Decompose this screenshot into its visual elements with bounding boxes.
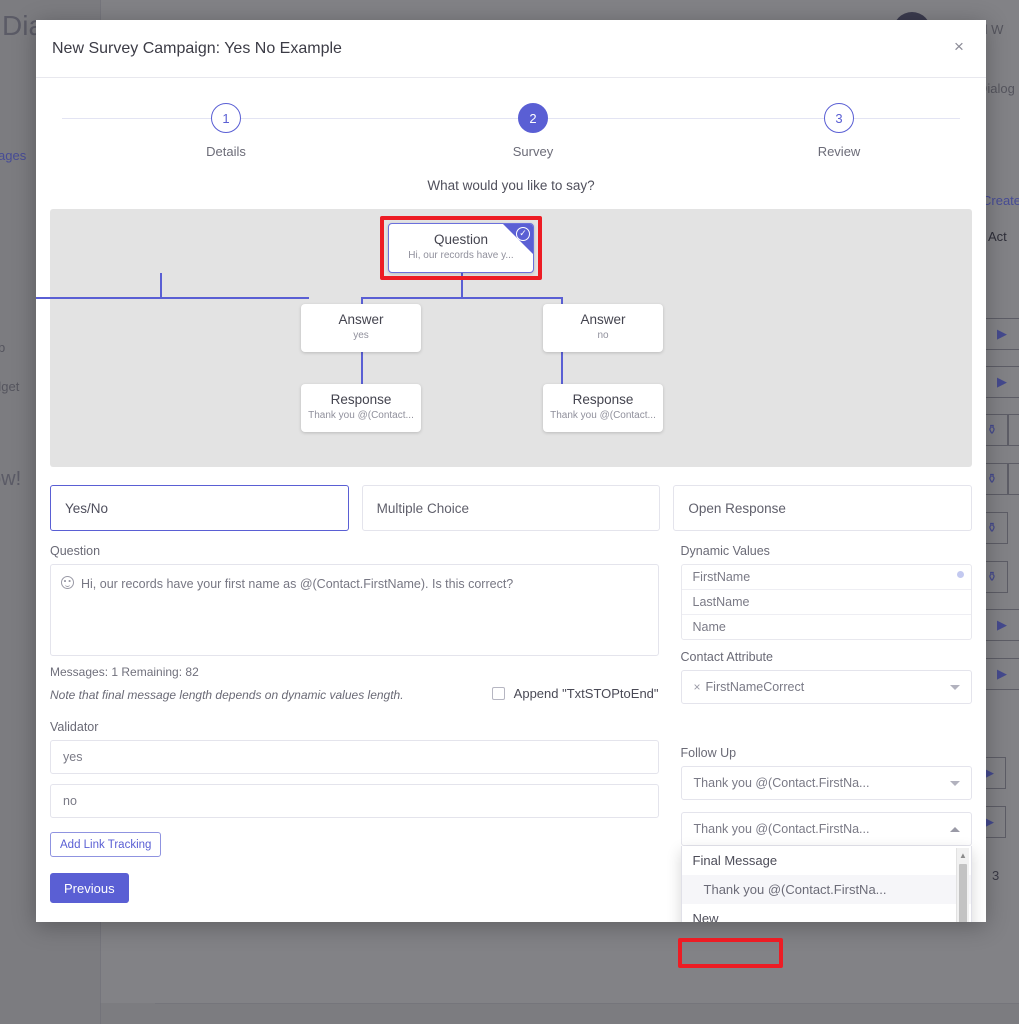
scroll-up-icon[interactable]: ▲: [957, 848, 969, 862]
backdrop-send-icon-0: ▶: [984, 318, 1019, 350]
step-label-details: Details: [206, 144, 246, 159]
messages-count: Messages: 1 Remaining: 82: [50, 665, 199, 679]
message-length-note: Note that final message length depends o…: [50, 688, 404, 702]
follow-up-value-1: Thank you @(Contact.FirstNa...: [693, 776, 870, 790]
modal-header: New Survey Campaign: Yes No Example ×: [36, 20, 986, 78]
backdrop-bottom-line: [155, 1003, 1019, 1004]
flow-node-response-no[interactable]: Response Thank you @(Contact...: [543, 384, 663, 432]
dynamic-values-list[interactable]: FirstName LastName Name: [680, 564, 972, 640]
backdrop-send-icon-3: ▶: [984, 658, 1019, 690]
backdrop-chart-icon-1: ▪: [1008, 463, 1019, 495]
flow-node-title: Response: [572, 392, 634, 407]
contact-attribute-label: Contact Attribute: [680, 650, 773, 664]
add-link-tracking-button[interactable]: Add Link Tracking: [50, 832, 162, 857]
tab-yes-no[interactable]: Yes/No: [50, 485, 349, 531]
flow-node-response-yes[interactable]: Response Thank you @(Contact...: [301, 384, 421, 432]
flow-node-answer-yes[interactable]: Answer yes: [301, 304, 421, 352]
contact-attribute-value: FirstNameCorrect: [705, 680, 805, 694]
tab-multiple-choice[interactable]: Multiple Choice: [361, 485, 661, 531]
dropdown-option-thank-you[interactable]: Thank you @(Contact.FirstNa...: [681, 875, 971, 904]
survey-flow-canvas: ✓ Question Hi, our records have y... Ans…: [36, 209, 972, 467]
step-survey[interactable]: 2 Survey: [473, 96, 593, 159]
chevron-up-icon: [950, 827, 960, 832]
form-left-column: Question Hi, our records have your first…: [50, 544, 659, 903]
question-label: Question: [50, 544, 101, 558]
flow-node-title: Answer: [338, 312, 384, 327]
dropdown-group-new: New: [692, 911, 719, 922]
validator-label: Validator: [50, 720, 99, 734]
flow-node-subtitle: yes: [353, 330, 369, 341]
step-details[interactable]: 1 Details: [166, 96, 286, 159]
flow-node-question[interactable]: ✓ Question Hi, our records have y...: [388, 223, 534, 273]
flow-edge-root-down: [160, 273, 162, 298]
flow-node-title: Answer: [580, 312, 626, 327]
question-type-tabs: Yes/No Multiple Choice Open Response: [50, 485, 973, 531]
chevron-down-icon: [950, 781, 960, 786]
dynamic-values-indicator-dot: [957, 571, 964, 578]
scrollbar-thumb[interactable]: [959, 864, 967, 922]
append-stop-checkbox[interactable]: Append "TxtSTOPtoEnd": [491, 686, 659, 701]
flow-node-subtitle: no: [597, 330, 609, 341]
validator-input-yes[interactable]: yes: [50, 740, 659, 774]
follow-up-label: Follow Up: [680, 746, 737, 760]
follow-up-select-1[interactable]: Thank you @(Contact.FirstNa...: [680, 766, 972, 800]
backdrop-page-number: 3: [992, 868, 1000, 883]
form-right-column: Dynamic Values FirstName LastName Name C…: [680, 544, 972, 922]
step-number-2: 2: [518, 103, 548, 133]
question-input[interactable]: Hi, our records have your first name as …: [50, 564, 659, 656]
list-item[interactable]: FirstName: [681, 565, 971, 590]
follow-up-select-2-wrap: Thank you @(Contact.FirstNa... Final Mes…: [680, 812, 972, 922]
backdrop-right-fragment-1: Create: [982, 193, 1019, 208]
list-item[interactable]: LastName: [681, 590, 971, 615]
modal-title: New Survey Campaign: Yes No Example: [52, 39, 342, 57]
wizard-stepper: 1 Details 2 Survey 3 Review: [48, 96, 974, 182]
backdrop-send-icon-2: ▶: [984, 609, 1019, 641]
backdrop-left-fragment-3: ow!: [0, 468, 22, 490]
backdrop-right-fragment-2: Act: [988, 229, 1007, 244]
flow-edge-root-stem: [461, 273, 463, 298]
append-stop-label: Append "TxtSTOPtoEnd": [513, 686, 659, 701]
list-item[interactable]: Name: [682, 615, 971, 639]
step-review[interactable]: 3 Review: [779, 96, 899, 159]
step-number-3: 3: [824, 103, 854, 133]
chevron-down-icon: [950, 685, 960, 690]
follow-up-value-2: Thank you @(Contact.FirstNa...: [693, 822, 870, 836]
check-glyph: ✓: [516, 227, 530, 241]
dropdown-group-final-message: Final Message: [692, 853, 778, 868]
close-icon[interactable]: ×: [946, 34, 972, 60]
previous-button[interactable]: Previous: [50, 873, 129, 903]
question-value: Hi, our records have your first name as …: [81, 577, 514, 591]
flow-node-answer-no[interactable]: Answer no: [543, 304, 663, 352]
flow-node-subtitle: Thank you @(Contact...: [308, 410, 414, 421]
flow-node-title: Response: [330, 392, 392, 407]
flow-node-subtitle: Thank you @(Contact...: [550, 410, 656, 421]
step-label-survey: Survey: [512, 144, 554, 159]
checkbox-box[interactable]: [491, 687, 505, 700]
step-label-review: Review: [817, 144, 861, 159]
backdrop-left-fragment-2: dget: [0, 379, 20, 394]
follow-up-dropdown-panel: Final Message Thank you @(Contact.FirstN…: [680, 846, 972, 922]
dropdown-scrollbar[interactable]: ▲ ▼: [956, 848, 969, 922]
follow-up-select-2[interactable]: Thank you @(Contact.FirstNa...: [680, 812, 972, 846]
flow-edge-horizontal: [36, 297, 309, 299]
dynamic-values-label: Dynamic Values: [680, 544, 770, 558]
backdrop-send-icon-1: ▶: [984, 366, 1019, 398]
tab-open-response[interactable]: Open Response: [673, 485, 973, 531]
backdrop-left-fragment-1: b: [0, 340, 6, 355]
flow-edge-branch-bar: [361, 297, 563, 299]
validator-input-no[interactable]: no: [50, 784, 659, 818]
backdrop-left-fragment-0: ages: [0, 148, 27, 163]
remove-tag-icon[interactable]: ×: [694, 680, 701, 694]
step-number-1: 1: [211, 103, 241, 133]
contact-attribute-select[interactable]: × FirstNameCorrect: [680, 670, 972, 704]
smiley-icon[interactable]: [61, 576, 74, 589]
form-columns: Question Hi, our records have your first…: [50, 544, 972, 922]
survey-campaign-modal: New Survey Campaign: Yes No Example × 1 …: [36, 20, 986, 922]
backdrop-chart-icon-0: ▪: [1008, 414, 1019, 446]
